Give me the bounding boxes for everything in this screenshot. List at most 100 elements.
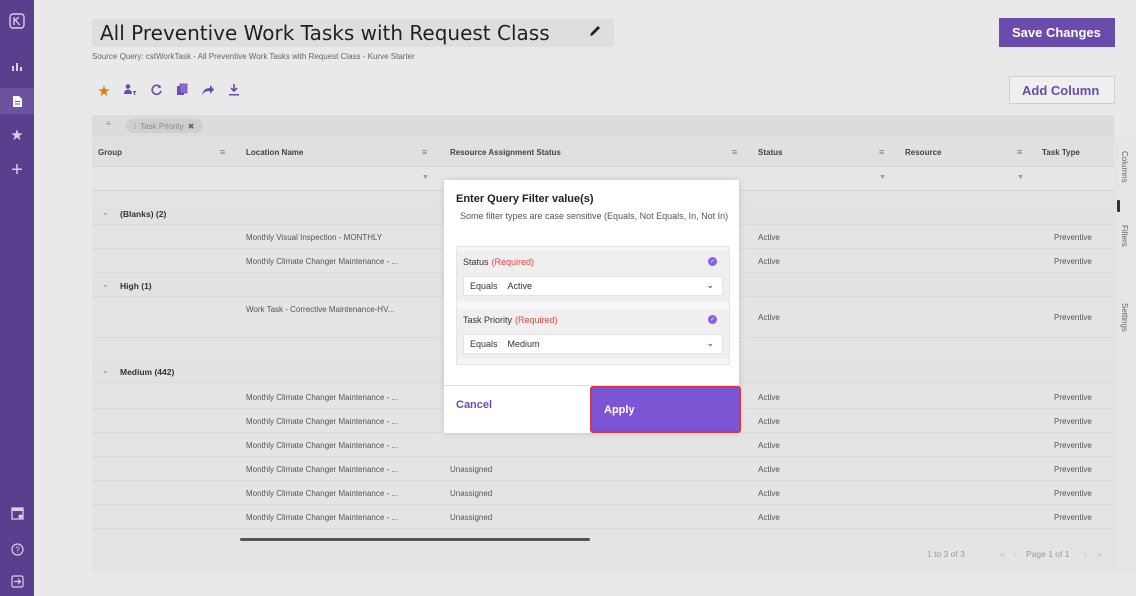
analytics-icon[interactable] (0, 53, 34, 79)
status-filter-select[interactable]: Equals Active ⌄ (463, 276, 723, 296)
column-menu-icon[interactable]: ≡ (1017, 147, 1022, 157)
save-changes-button[interactable]: Save Changes (999, 18, 1115, 47)
prev-page-icon[interactable]: ‹ (1014, 549, 1017, 559)
apply-button[interactable]: Apply (590, 386, 741, 433)
plus-icon[interactable]: + (0, 157, 34, 183)
paging-range: 1 to 3 of 3 (927, 549, 965, 559)
filter-value: Active (507, 281, 533, 291)
copy-icon[interactable] (174, 83, 190, 100)
share-icon[interactable] (200, 83, 216, 100)
add-column-button[interactable]: Add Column (1009, 76, 1115, 104)
filter-dropdown-icon[interactable]: ▼ (1017, 174, 1024, 181)
dialog-description: Some filter types are case sensitive (Eq… (460, 211, 729, 221)
filter-status: Status (Required) ✓ Equals Active ⌄ (457, 251, 729, 301)
chevron-down-icon[interactable]: ⌄ (102, 366, 109, 375)
cell-location: Monthly Climate Changer Maintenance - ..… (246, 465, 399, 474)
tab-columns[interactable]: Columns (1120, 151, 1129, 183)
cell-status: Active (758, 465, 780, 474)
group-users-icon[interactable] (122, 83, 138, 100)
report-icon[interactable] (0, 500, 34, 526)
column-menu-icon[interactable]: ≡ (422, 147, 427, 157)
filter-dropdown-icon[interactable]: ▼ (879, 174, 886, 181)
cell-location: Monthly Climate Changer Maintenance - ..… (246, 417, 399, 426)
toolbar: ★ (96, 82, 242, 100)
row-group-panel: ≡ ⁞ Task Priority ✖ (92, 115, 1114, 137)
help-icon[interactable]: ? (0, 536, 34, 562)
column-header-location-name[interactable]: Location Name (240, 137, 303, 167)
column-menu-icon[interactable]: ≡ (220, 147, 225, 157)
check-circle-icon: ✓ (708, 257, 717, 266)
refresh-icon[interactable] (148, 83, 164, 100)
cell-task-type: Preventive (1054, 417, 1092, 426)
cell-assignment: Unassigned (450, 513, 493, 522)
paging-page: Page 1 of 1 (1026, 549, 1070, 559)
group-panel-menu-icon: ≡ (106, 119, 111, 128)
tab-settings[interactable]: Settings (1120, 303, 1129, 332)
group-chip-remove-icon[interactable]: ✖ (188, 122, 195, 131)
download-icon[interactable] (226, 83, 242, 100)
table-row[interactable]: Monthly Climate Changer Maintenance - ..… (92, 506, 1114, 529)
chevron-down-icon[interactable]: ⌄ (102, 208, 109, 217)
group-label: High (1) (120, 280, 152, 291)
table-row[interactable]: Monthly Climate Changer Maintenance - ..… (92, 434, 1114, 457)
horizontal-scrollbar[interactable] (240, 538, 590, 541)
filter-task-priority: Task Priority (Required) ✓ Equals Medium … (457, 309, 729, 359)
cell-task-type: Preventive (1054, 465, 1092, 474)
column-header-status[interactable]: Status (752, 137, 782, 167)
cell-location: Monthly Climate Changer Maintenance - ..… (246, 257, 399, 266)
filter-operator: Equals (470, 281, 498, 291)
task-priority-filter-select[interactable]: Equals Medium ⌄ (463, 334, 723, 354)
cell-status: Active (758, 513, 780, 522)
favorite-star-icon[interactable]: ★ (96, 82, 112, 100)
cell-status: Active (758, 441, 780, 450)
logo-icon[interactable] (0, 8, 34, 34)
star-icon[interactable]: ★ (0, 122, 34, 148)
cancel-button[interactable]: Cancel (456, 399, 492, 411)
column-header-task-type[interactable]: Task Type (1036, 137, 1080, 167)
filter-list: Status (Required) ✓ Equals Active ⌄ Task … (456, 246, 730, 365)
filter-dropdown-icon[interactable]: ▼ (422, 174, 429, 181)
cell-task-type: Preventive (1054, 441, 1092, 450)
first-page-icon[interactable]: « (1000, 549, 1005, 559)
edit-pencil-icon[interactable] (588, 24, 602, 43)
vertical-scrollbar[interactable] (1117, 200, 1120, 212)
filter-value: Medium (507, 339, 540, 349)
filter-label: Status (Required) (463, 257, 534, 267)
cell-status: Active (758, 233, 780, 242)
group-chip-task-priority[interactable]: ⁞ Task Priority ✖ (126, 119, 203, 133)
cell-location: Monthly Climate Changer Maintenance - ..… (246, 441, 399, 450)
table-row[interactable]: Monthly Climate Changer Maintenance - ..… (92, 482, 1114, 505)
cell-task-type: Preventive (1054, 513, 1092, 522)
last-page-icon[interactable]: » (1097, 549, 1102, 559)
cell-location: Monthly Visual Inspection - MONTHLY (246, 233, 383, 242)
cell-task-type: Preventive (1054, 313, 1092, 322)
column-menu-icon[interactable]: ≡ (879, 147, 884, 157)
column-menu-icon[interactable]: ≡ (732, 147, 737, 157)
cell-location: Work Task - Corrective Maintenance-HV... (246, 305, 395, 314)
cell-status: Active (758, 417, 780, 426)
filter-operator: Equals (470, 339, 498, 349)
logout-icon[interactable] (0, 568, 34, 594)
chevron-down-icon: ⌄ (706, 280, 714, 290)
report-title-field[interactable]: All Preventive Work Tasks with Request C… (92, 19, 614, 47)
group-label: Medium (442) (120, 366, 175, 377)
column-header-resource-assignment-status[interactable]: Resource Assignment Status (444, 137, 561, 167)
cell-status: Active (758, 257, 780, 266)
group-chip-label: Task Priority (140, 121, 184, 131)
cell-status: Active (758, 313, 780, 322)
cell-task-type: Preventive (1054, 489, 1092, 498)
source-query-label: Source Query: cstWorkTask - All Preventi… (92, 52, 415, 61)
next-page-icon[interactable]: › (1084, 549, 1087, 559)
cell-task-type: Preventive (1054, 233, 1092, 242)
cell-status: Active (758, 489, 780, 498)
document-icon[interactable] (0, 88, 34, 114)
filter-label: Task Priority (Required) (463, 315, 558, 325)
column-header-group[interactable]: Group (92, 137, 122, 167)
cell-task-type: Preventive (1054, 393, 1092, 402)
chevron-down-icon[interactable]: ⌄ (102, 280, 109, 289)
tab-filters[interactable]: Filters (1120, 225, 1129, 247)
cell-task-type: Preventive (1054, 257, 1092, 266)
table-row[interactable]: Monthly Climate Changer Maintenance - ..… (92, 458, 1114, 481)
svg-text:?: ? (15, 545, 20, 554)
column-header-resource[interactable]: Resource (899, 137, 941, 167)
